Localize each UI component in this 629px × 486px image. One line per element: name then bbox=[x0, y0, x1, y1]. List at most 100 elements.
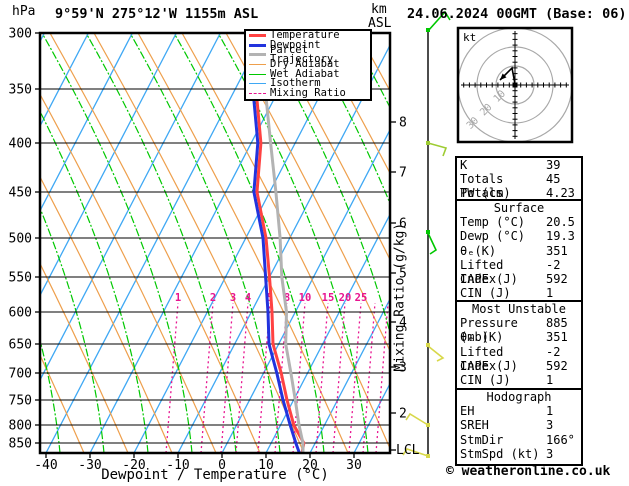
mixing-ratio-label: 2 bbox=[210, 292, 216, 304]
dry-adiabat-swatch bbox=[249, 64, 266, 66]
lcl-label: LCL bbox=[396, 443, 420, 458]
stat-label: Dewp (°C) bbox=[460, 229, 526, 244]
stat-value: 3 bbox=[546, 446, 554, 461]
stat-label: Temp (°C) bbox=[460, 215, 526, 230]
table-row: θₑ (K) 351 bbox=[457, 330, 581, 344]
mixing-ratio-label: 10 bbox=[299, 292, 312, 304]
mixing-ratio-label: 25 bbox=[355, 292, 368, 304]
legend: Temperature Dewpoint Parcel Trajectory D… bbox=[244, 29, 372, 101]
altitude-unit-km-label: km bbox=[371, 2, 387, 17]
stat-label: θₑ (K) bbox=[460, 330, 504, 345]
stat-label: Lifted Index bbox=[460, 344, 504, 373]
stat-label: CIN (J) bbox=[460, 286, 511, 301]
wind-barb-station bbox=[426, 343, 430, 347]
wind-barb-station bbox=[426, 141, 430, 145]
mixing-ratio-label: 3 bbox=[230, 292, 236, 304]
altitude-tick-label: 7 bbox=[399, 166, 407, 181]
hodograph-unit-label: kt bbox=[463, 31, 477, 44]
pressure-tick-label: 400 bbox=[9, 137, 32, 152]
wet-adiabat-line bbox=[41, 33, 193, 453]
table-header: Most Unstable bbox=[472, 302, 566, 316]
stat-value: 1 bbox=[546, 372, 554, 387]
wet-adiabat-swatch bbox=[249, 73, 266, 75]
stat-label: EH bbox=[460, 404, 475, 419]
pressure-tick-label: 600 bbox=[9, 306, 32, 321]
pressure-tick-label: 800 bbox=[9, 419, 32, 434]
mixing-ratio-label: 4 bbox=[245, 292, 251, 304]
pressure-tick-label: 650 bbox=[9, 338, 32, 353]
legend-item: Mixing Ratio bbox=[249, 86, 370, 99]
stat-label: StmDir bbox=[460, 432, 504, 447]
stat-value: 1 bbox=[546, 286, 554, 301]
stat-label: Totals Totals bbox=[460, 172, 504, 201]
stat-value: 39 bbox=[546, 158, 561, 172]
parcel-line-swatch bbox=[249, 53, 266, 57]
table-row: EH 1 bbox=[457, 404, 581, 418]
table-row: K 39 bbox=[457, 158, 581, 172]
pressure-tick-label: 750 bbox=[9, 394, 32, 409]
stat-value: 351 bbox=[546, 330, 568, 345]
mixing-ratio-line bbox=[362, 302, 376, 453]
stat-label: θₑ(K) bbox=[460, 243, 497, 258]
copyright: © weatheronline.co.uk bbox=[446, 464, 611, 479]
mixing-ratio-label: 1 bbox=[175, 292, 181, 304]
stat-value: 885 bbox=[546, 316, 568, 331]
indices-table: K 39 Totals Totals 45 PW (cm) 4.23 bbox=[455, 156, 583, 203]
table-row: CAPE (J) 592 bbox=[457, 359, 581, 373]
pressure-tick-label: 700 bbox=[9, 367, 32, 382]
mixing-ratio-label: 20 bbox=[339, 292, 352, 304]
wind-barb bbox=[405, 412, 429, 426]
table-row: CAPE (J) 592 bbox=[457, 272, 581, 286]
table-row: Temp (°C) 20.5 bbox=[457, 215, 581, 229]
mixing-ratio-swatch bbox=[249, 92, 266, 94]
temperature-line-swatch bbox=[249, 34, 266, 38]
pressure-unit-label: hPa bbox=[12, 4, 36, 19]
dewpoint-line-swatch bbox=[249, 43, 266, 47]
isotherm-swatch bbox=[249, 83, 266, 85]
table-row: StmSpd (kt) 3 bbox=[457, 447, 581, 461]
mixing-ratio-line bbox=[332, 302, 346, 453]
stat-label: SREH bbox=[460, 418, 489, 433]
pressure-tick-label: 850 bbox=[9, 437, 32, 452]
table-row: Lifted Index -2 bbox=[457, 344, 581, 373]
wet-adiabat-line bbox=[85, 33, 237, 453]
table-header: Surface bbox=[493, 201, 545, 215]
wind-barb-station bbox=[426, 230, 430, 234]
page-title: 9°59'N 275°12'W 1155m ASL bbox=[55, 6, 259, 22]
datetime-label: 24.06.2024 00GMT (Base: 06) bbox=[407, 6, 627, 22]
mixing-ratio-line bbox=[200, 302, 214, 453]
table-row: StmDir 166° bbox=[457, 433, 581, 447]
pressure-tick-label: 500 bbox=[9, 232, 32, 247]
most-unstable-table: Most Unstable Pressure (mb) 885 θₑ (K) 351… bbox=[455, 300, 583, 392]
wind-barb-station bbox=[426, 454, 430, 458]
table-row: SREH 3 bbox=[457, 418, 581, 432]
pressure-tick-label: 550 bbox=[9, 271, 32, 286]
stat-label: CAPE (J) bbox=[460, 358, 518, 373]
table-row: Dewp (°C) 19.3 bbox=[457, 229, 581, 243]
hodograph-origin-marker bbox=[512, 82, 518, 88]
wind-barb bbox=[427, 345, 445, 362]
stat-value: 19.3 bbox=[546, 229, 575, 244]
stat-label: Lifted Index bbox=[460, 257, 504, 286]
stat-label: CIN (J) bbox=[460, 372, 511, 387]
mixing-ratio-line bbox=[220, 302, 234, 453]
table-row: CIN (J) 1 bbox=[457, 373, 581, 387]
stat-label: K bbox=[460, 158, 468, 172]
stat-value: 1 bbox=[546, 404, 554, 419]
wind-barb-station bbox=[426, 28, 430, 32]
stat-value: 166° bbox=[546, 432, 575, 447]
hodograph-stats-table: Hodograph EH 1 SREH 3 StmDir 166° StmSpd (k… bbox=[455, 388, 583, 466]
legend-label: Mixing Ratio bbox=[270, 86, 346, 99]
table-row: θₑ(K) 351 bbox=[457, 244, 581, 258]
stat-value: 592 bbox=[546, 271, 568, 286]
stat-value: 20.5 bbox=[546, 215, 575, 230]
stat-value: -2 bbox=[546, 344, 561, 359]
mixing-ratio-label: 15 bbox=[322, 292, 335, 304]
stat-value: 3 bbox=[546, 418, 554, 433]
table-row: Pressure (mb) 885 bbox=[457, 316, 581, 344]
wind-barb bbox=[427, 232, 438, 255]
temp-tick-label: -40 bbox=[34, 458, 57, 473]
stat-label: CAPE (J) bbox=[460, 271, 518, 286]
temp-tick-label: 30 bbox=[346, 458, 362, 473]
stat-value: -2 bbox=[546, 257, 561, 272]
